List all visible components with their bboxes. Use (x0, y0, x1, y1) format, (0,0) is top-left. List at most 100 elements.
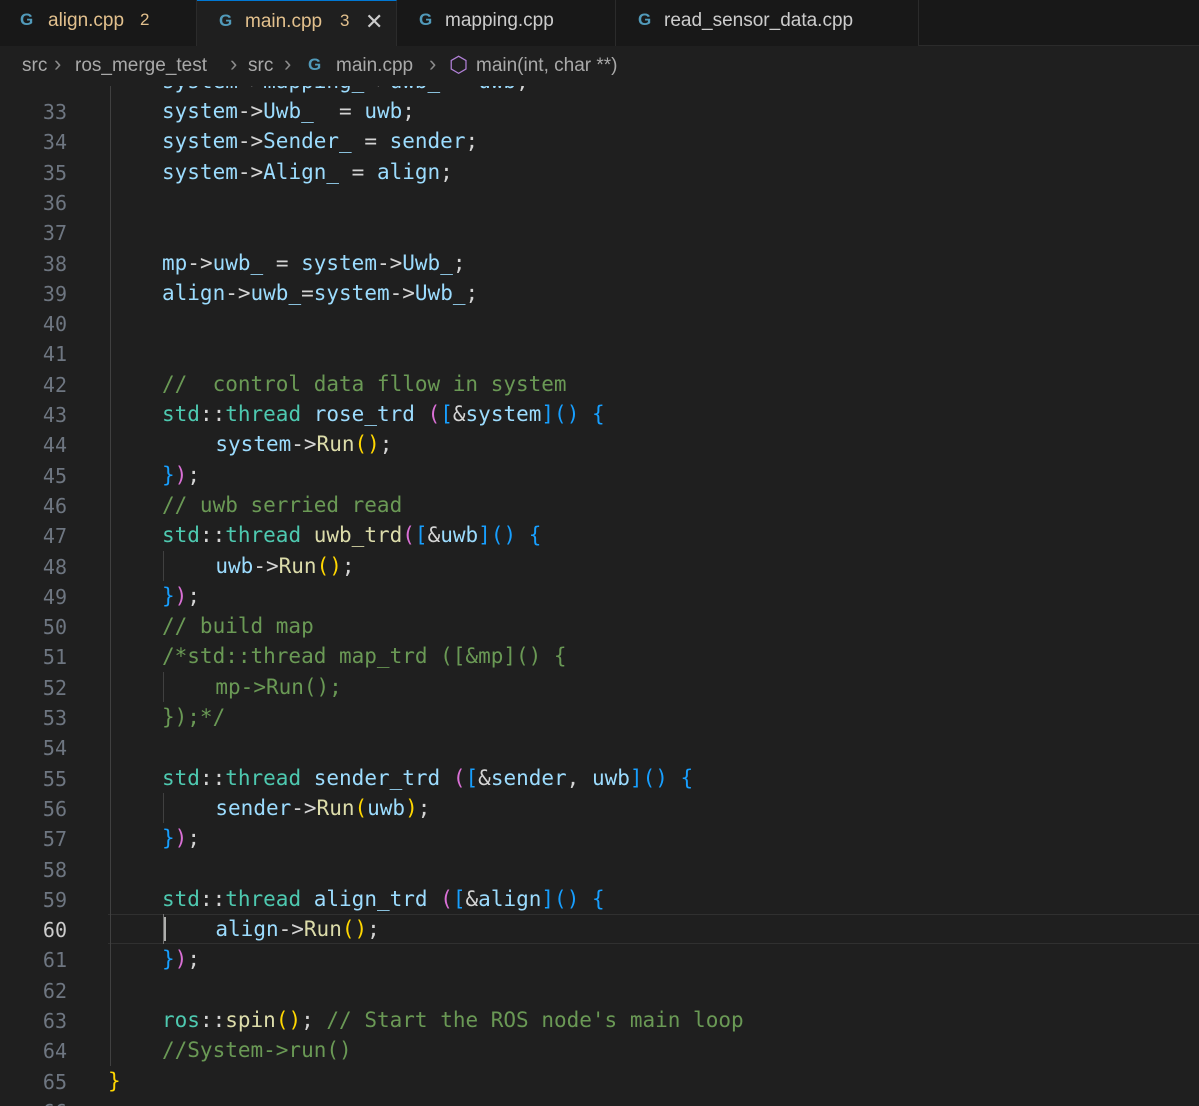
code-line[interactable]: 43 std::thread rose_trd ([&system]() { (0, 399, 1199, 429)
code-line[interactable]: 33 system->Uwb_ = uwb; (0, 96, 1199, 126)
code-token: // control data fllow in system (162, 371, 567, 396)
breadcrumb-item[interactable]: src (248, 55, 273, 77)
line-number: 43 (42, 403, 67, 427)
code-token: system (162, 99, 238, 123)
code-line[interactable]: 55 std::thread sender_trd ([&sender, uwb]… (0, 763, 1199, 793)
code-token: ; (187, 462, 200, 487)
code-token: ; (379, 432, 393, 457)
code-token: } (162, 826, 175, 851)
code-token: ros (162, 1008, 200, 1032)
code-token: std (162, 402, 200, 426)
code-line[interactable]: 36 (0, 187, 1199, 217)
code-token: () (354, 432, 380, 457)
code-line[interactable]: 40 (0, 308, 1199, 338)
code-line[interactable]: 38 mp->uwb_ = system->Uwb_; (0, 248, 1199, 278)
code-line[interactable]: 51 /*std::thread map_trd ([&mp]() { (0, 641, 1199, 671)
code-line[interactable]: 64 //System->run() (0, 1035, 1199, 1065)
code-line[interactable]: 46 // uwb serried read (0, 490, 1199, 520)
tab-read-sensor-data-cpp[interactable]: Gread_sensor_data.cpp (616, 0, 919, 46)
line-number: 56 (42, 796, 67, 821)
code-line[interactable]: 63 ros::spin(); // Start the ROS node's m… (0, 1005, 1199, 1035)
code-text: uwb->Run(); (215, 554, 354, 578)
code-line[interactable]: 34 system->Sender_ = sender; (0, 126, 1199, 156)
code-token: uwb (591, 765, 630, 790)
code-token: = (301, 280, 314, 305)
code-line[interactable]: 42 // control data fllow in system (0, 369, 1199, 399)
code-line[interactable]: 44 system->Run(); (0, 429, 1199, 459)
code-token: -> (291, 432, 317, 457)
breadcrumb-item[interactable]: ros_merge_test (75, 55, 207, 77)
code-line[interactable]: 58 (0, 854, 1199, 884)
code-line[interactable]: 39 align->uwb_=system->Uwb_; (0, 278, 1199, 308)
code-token: align (376, 159, 441, 184)
code-line[interactable]: 48 uwb->Run(); (0, 551, 1199, 581)
code-line[interactable]: 41 (0, 338, 1199, 368)
code-token: Run (278, 553, 317, 578)
code-token: rose_trd (313, 402, 415, 426)
code-line[interactable]: 45}); (0, 460, 1199, 490)
line-number: 53 (42, 706, 67, 730)
code-line[interactable]: 37 (0, 217, 1199, 247)
code-text: system->Align_ = align; (162, 160, 453, 184)
code-token: ( (402, 523, 415, 548)
code-line[interactable]: 47 std::thread uwb_trd([&uwb]() { (0, 520, 1199, 550)
line-number: 62 (42, 978, 67, 1003)
problem-count-badge: 2 (140, 10, 150, 29)
code-text: system->Sender_ = sender; (162, 129, 478, 153)
code-line[interactable]: 65} (0, 1066, 1199, 1096)
line-number: 41 (42, 342, 67, 367)
code-line[interactable]: 59 std::thread align_trd ([&align]() { (0, 884, 1199, 914)
line-number: 60 (42, 918, 67, 943)
breadcrumb-item[interactable]: main(int, char **) (476, 55, 618, 77)
tab-label: align.cpp (48, 10, 125, 31)
code-token: thread (225, 402, 302, 426)
indent-guide (163, 792, 164, 824)
code-token: -> (237, 159, 264, 184)
code-token: system (465, 402, 542, 426)
cpp-file-icon: G (638, 10, 652, 29)
tab-align-cpp[interactable]: Galign.cpp 2 (0, 0, 197, 46)
code-token: ; (301, 1008, 327, 1032)
line-number: 65 (42, 1069, 67, 1094)
code-token: uwb (440, 523, 479, 548)
code-token: :: (199, 402, 226, 426)
code-line[interactable]: 49}); (0, 581, 1199, 611)
code-token: :: (199, 886, 226, 911)
tab-mapping-cpp[interactable]: Gmapping.cpp (397, 0, 616, 46)
code-token: Run (316, 795, 355, 820)
code-text: system->mapping_->uwb_ = uwb; (162, 86, 529, 93)
code-text: std::thread uwb_trd([&uwb]() { (162, 523, 541, 547)
code-token: () (341, 917, 368, 942)
code-line[interactable]: 62 (0, 975, 1199, 1005)
close-icon[interactable]: ✕ (365, 9, 383, 35)
tab-main-cpp[interactable]: Gmain.cpp 3 ✕ (197, 0, 397, 47)
tab-label: mapping.cpp (445, 10, 554, 31)
code-line[interactable]: 35 system->Align_ = align; (0, 157, 1199, 187)
code-token: uwb_trd (313, 523, 403, 548)
code-token: :: (199, 765, 226, 790)
line-number: 34 (42, 130, 67, 155)
code-editor[interactable]: system->mapping_->uwb_ = uwb; 33system->U… (0, 86, 1199, 1106)
breadcrumb-item[interactable]: main.cpp (336, 55, 413, 77)
cpp-file-icon: G (419, 10, 433, 29)
code-token: sender (389, 129, 466, 154)
code-line[interactable]: 50 // build map (0, 611, 1199, 641)
code-line[interactable]: 52 mp->Run(); (0, 672, 1199, 702)
code-line[interactable]: 53});*/ (0, 702, 1199, 732)
code-line[interactable]: 61}); (0, 944, 1199, 974)
code-text: align->uwb_=system->Uwb_; (162, 281, 478, 305)
code-token: ; (367, 917, 380, 942)
code-token: -> (187, 250, 213, 275)
code-line[interactable]: 56 sender->Run(uwb); (0, 793, 1199, 823)
code-text: } (108, 1069, 121, 1093)
code-line[interactable]: 60 align->Run(); (0, 914, 1199, 945)
code-token: // Start the ROS node's main loop (326, 1008, 744, 1032)
text-cursor (164, 917, 166, 942)
code-line[interactable]: 54 (0, 732, 1199, 762)
line-number: 52 (42, 675, 67, 700)
code-line[interactable]: 57}); (0, 823, 1199, 853)
breadcrumb-item[interactable]: src (22, 55, 47, 77)
